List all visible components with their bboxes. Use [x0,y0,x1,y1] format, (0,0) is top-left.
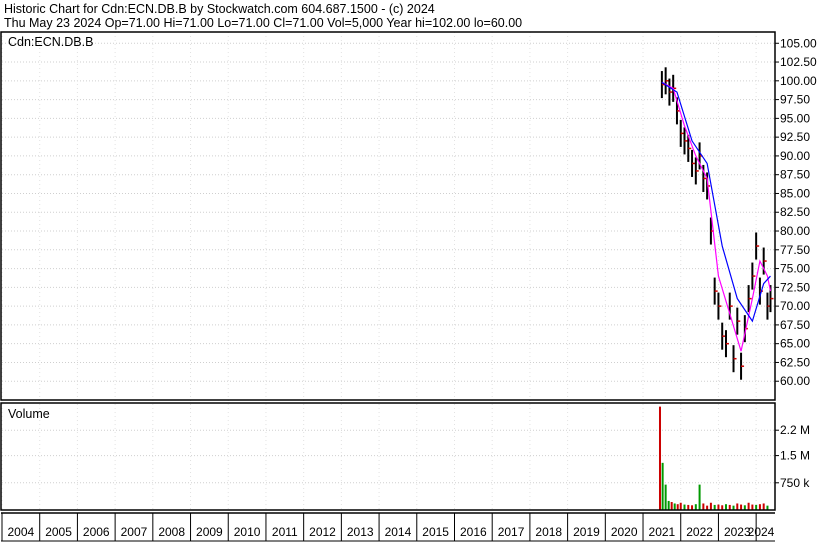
price-tick-label: 60.00 [780,374,810,388]
volume-panel-label: Volume [8,407,50,421]
volume-bar [679,502,682,510]
volume-bar [673,503,676,510]
volume-bar [702,503,705,510]
price-tick-label: 95.00 [780,111,810,125]
volume-panel-frame [0,402,776,511]
price-panel-frame [0,31,776,401]
year-label: 2015 [422,525,449,539]
year-label: 2004 [8,525,35,539]
price-tick-label: 85.00 [780,186,810,200]
volume-bar [755,504,758,510]
price-tick-label: 97.50 [780,93,810,107]
year-label: 2012 [309,525,336,539]
price-tick-label: 77.50 [780,243,810,257]
volume-bar [661,462,664,510]
volume-bar [709,502,712,510]
volume-bar [687,504,690,510]
year-label: 2005 [45,525,72,539]
price-tick-label: 65.00 [780,337,810,351]
volume-tick-label: 1.5 M [780,449,810,463]
volume-bar [762,503,765,510]
volume-bar [758,504,761,510]
year-label: 2018 [535,525,562,539]
price-tick-label: 92.50 [780,130,810,144]
price-tick-label: 72.50 [780,280,810,294]
year-label: 2019 [573,525,600,539]
year-label: 2008 [158,525,185,539]
volume-bar [664,484,667,510]
volume-bar [676,504,679,510]
price-tick-label: 75.00 [780,262,810,276]
stock-chart: 105.00 102.50 100.00 97.50 95.00 92.50 90.00 87… [0,31,817,542]
price-tick-label: 102.50 [780,55,817,69]
price-tick-label: 90.00 [780,149,810,163]
price-tick-label: 105.00 [780,36,817,50]
volume-bars [658,406,769,510]
year-label: 2024 [748,525,775,539]
volume-bar [694,504,697,510]
year-label: 2009 [196,525,223,539]
year-label: 2022 [686,525,713,539]
year-label: 2016 [460,525,487,539]
volume-tick-label: 2.2 M [780,423,810,437]
volume-bar [658,406,661,510]
volume-bar [683,504,686,510]
price-tick-label: 67.50 [780,318,810,332]
volume-bar [724,504,727,510]
volume-bar [698,484,701,510]
chart-frame [0,31,776,542]
price-tick-label: 100.00 [780,74,817,88]
volume-bar [736,503,739,510]
volume-bar [740,504,743,510]
year-label: 2013 [347,525,374,539]
year-label: 2017 [498,525,525,539]
price-tick-label: 82.50 [780,205,810,219]
price-axis: 105.00 102.50 100.00 97.50 95.00 92.50 90.00 87… [775,36,817,388]
price-panel-label: Cdn:ECN.DB.B [8,35,93,49]
year-axis: 2004 2005 2006 2007 2008 2009 2010 2011 2012 2013… [1,513,775,541]
year-label: 2006 [83,525,110,539]
volume-bar [713,504,716,510]
volume-bar [670,502,673,510]
price-tick-label: 87.50 [780,168,810,182]
price-tick-label: 80.00 [780,224,810,238]
year-label: 2010 [234,525,261,539]
volume-bar [747,502,750,510]
volume-bar [667,500,670,510]
price-tick-label: 70.00 [780,299,810,313]
year-label: 2020 [611,525,638,539]
volume-bar [717,504,720,510]
year-label: 2007 [121,525,148,539]
volume-bar [728,504,731,510]
volume-axis: 2.2 M 1.5 M 750 k [775,423,810,490]
price-series [660,67,774,380]
volume-bar [751,504,754,510]
volume-tick-label: 750 k [780,476,810,490]
year-label: 2021 [649,525,676,539]
year-label: 2011 [272,525,298,539]
moving-average-short-line [661,81,772,352]
price-tick-label: 62.50 [780,355,810,369]
year-label: 2014 [385,525,412,539]
